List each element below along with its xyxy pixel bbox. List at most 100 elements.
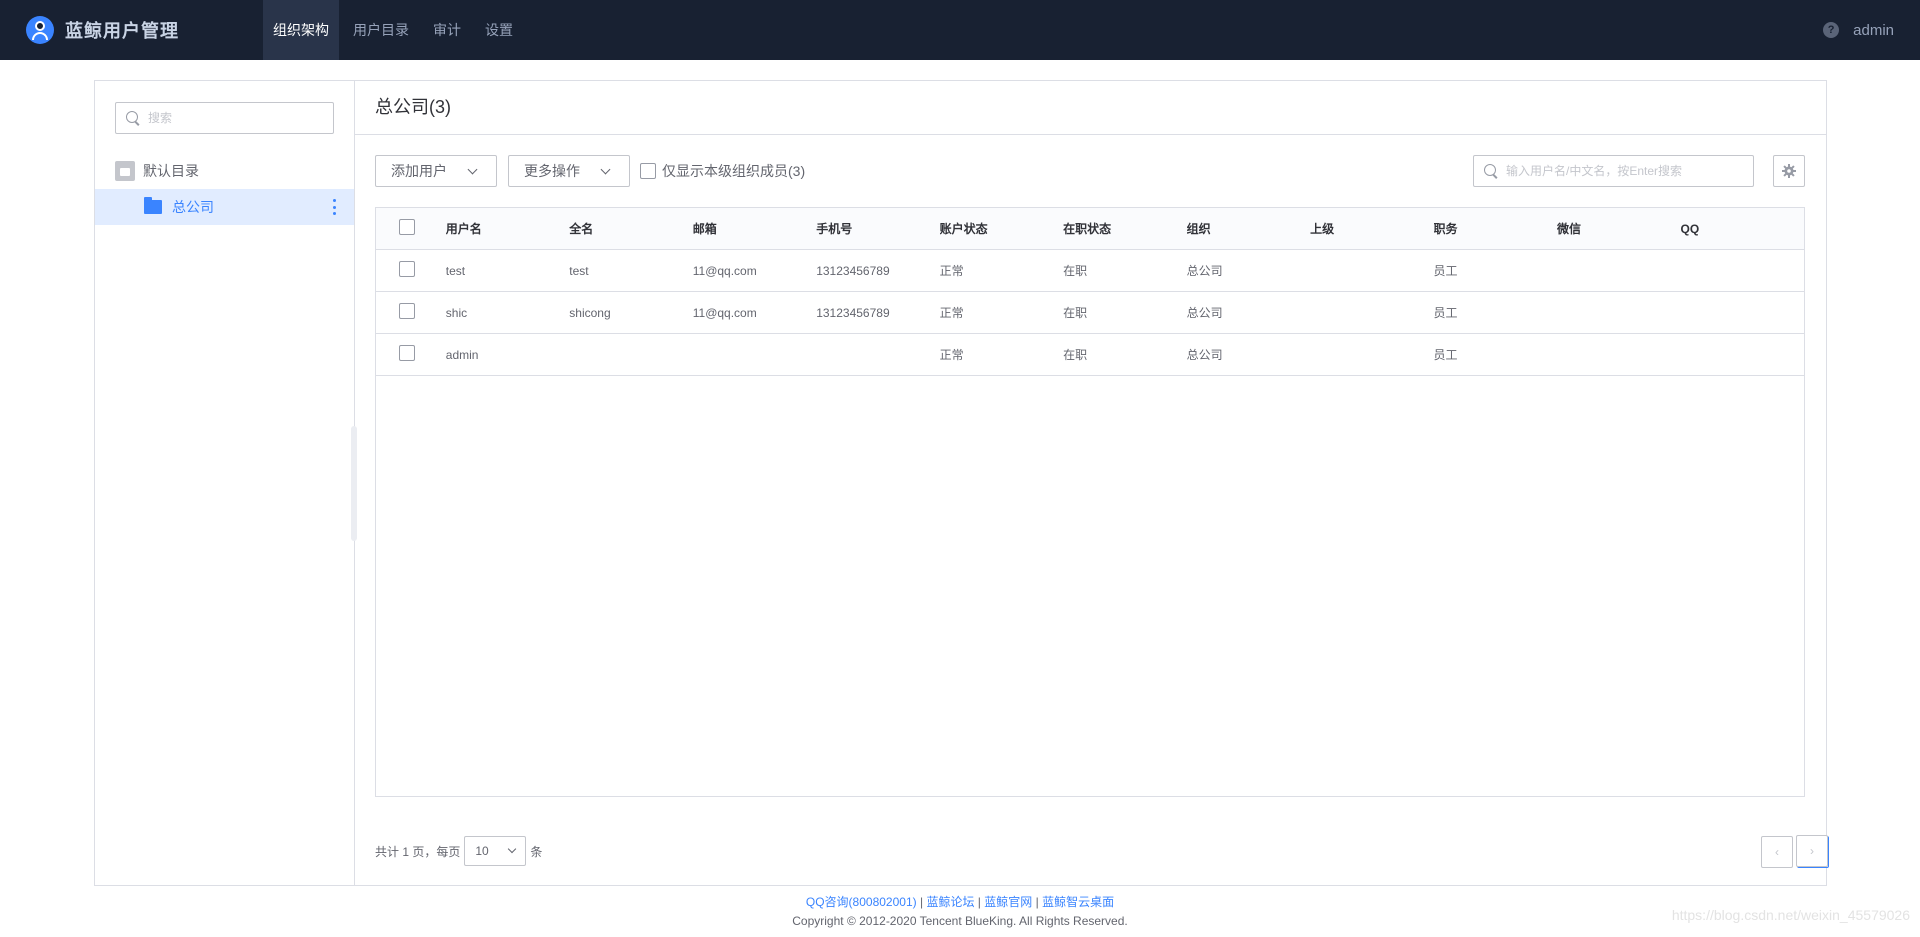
column-header: 上级 <box>1310 222 1335 236</box>
table-cell: 员工 <box>1433 306 1458 320</box>
column-header: 职务 <box>1433 222 1458 236</box>
table-cell: 在职 <box>1063 264 1088 278</box>
only-current-level-label: 仅显示本级组织成员(3) <box>662 163 806 179</box>
org-search-input[interactable] <box>148 111 318 125</box>
main-panel: 默认目录 总公司 总公司(3) 添加用户 更多操作 仅显示本级组织成员(3) <box>94 80 1829 886</box>
footer-link-qq[interactable]: QQ咨询(800802001) <box>806 895 917 909</box>
brand[interactable]: 蓝鲸用户管理 <box>0 0 263 60</box>
pagination-prefix: 共计 1 页，每页 <box>375 844 461 859</box>
org-search-box[interactable] <box>115 102 334 134</box>
table-cell: 11@qq.com <box>692 263 757 278</box>
tree-node-label: 总公司 <box>172 199 214 215</box>
column-header: 用户名 <box>445 222 482 236</box>
tree-root-default-catalog[interactable]: 默认目录 <box>115 161 199 181</box>
pagination-info: 共计 1 页，每页 10 条 <box>375 836 542 866</box>
gear-icon <box>1782 164 1796 178</box>
only-current-level-checkbox[interactable]: 仅显示本级组织成员(3) <box>640 162 805 180</box>
org-tree-sidebar: 默认目录 总公司 <box>95 81 357 885</box>
table-cell: 员工 <box>1433 348 1458 362</box>
nav-item-user-directory[interactable]: 用户目录 <box>343 0 419 60</box>
tree-node-head-office[interactable]: 总公司 <box>95 189 354 225</box>
row-checkbox[interactable] <box>399 345 415 361</box>
column-header: 组织 <box>1186 222 1211 236</box>
nav-item-audit[interactable]: 审计 <box>423 0 471 60</box>
table-cell: 13123456789 <box>816 305 890 320</box>
footer-link-desktop[interactable]: 蓝鲸智云桌面 <box>1042 895 1114 909</box>
chevron-left-icon: ‹ <box>1775 845 1779 859</box>
header-divider <box>355 134 1826 135</box>
footer-separator: | <box>977 895 981 909</box>
table-cell: admin <box>445 347 479 362</box>
copyright: Copyright © 2012-2020 Tencent BlueKing. … <box>792 914 1128 928</box>
table-header: 用户名 全名 邮箱 手机号 账户状态 在职状态 组织 上级 职务 微信 QQ <box>376 208 1804 250</box>
more-actions-label: 更多操作 <box>524 163 580 179</box>
user-search-box[interactable] <box>1473 155 1754 187</box>
column-header: 手机号 <box>816 222 853 236</box>
table-cell: 13123456789 <box>816 263 890 278</box>
footer-separator: | <box>919 895 924 909</box>
table-cell: 在职 <box>1063 348 1088 362</box>
add-user-label: 添加用户 <box>391 163 447 179</box>
row-checkbox[interactable] <box>399 303 415 319</box>
table-cell: 正常 <box>939 348 964 362</box>
main-nav: 组织架构 用户目录 审计 设置 <box>263 0 527 60</box>
prev-page-button[interactable]: ‹ <box>1761 836 1793 868</box>
table-cell: 11@qq.com <box>692 305 757 320</box>
table-cell: 员工 <box>1433 264 1458 278</box>
table-cell: 总公司 <box>1186 348 1223 362</box>
table-cell: 正常 <box>939 264 964 278</box>
column-header: 全名 <box>569 222 594 236</box>
nav-item-org-structure[interactable]: 组织架构 <box>263 0 339 60</box>
column-header: QQ <box>1680 221 1700 236</box>
watermark: https://blog.csdn.net/weixin_45579026 <box>1671 907 1910 923</box>
table-cell: test <box>445 263 466 278</box>
page-size-value: 10 <box>475 844 489 858</box>
footer-link-forum[interactable]: 蓝鲸论坛 <box>926 895 974 909</box>
select-all-checkbox[interactable] <box>399 219 415 235</box>
user-logo-icon <box>26 16 54 44</box>
table-row[interactable]: shic shicong 11@qq.com 13123456789 正常 在职… <box>376 292 1804 334</box>
table-row[interactable]: test test 11@qq.com 13123456789 正常 在职 总公… <box>376 250 1804 292</box>
chevron-down-icon <box>467 164 478 175</box>
more-vertical-icon[interactable] <box>332 199 336 215</box>
more-actions-button[interactable]: 更多操作 <box>508 155 630 187</box>
table-cell: 总公司 <box>1186 264 1223 278</box>
footer-links: QQ咨询(800802001) | 蓝鲸论坛 | 蓝鲸官网 | 蓝鲸智云桌面 <box>0 893 1920 910</box>
footer-link-official-site[interactable]: 蓝鲸官网 <box>984 895 1032 909</box>
chevron-down-icon <box>508 844 517 854</box>
table-cell: test <box>569 263 589 278</box>
pagination-suffix: 条 <box>530 844 543 859</box>
user-area: ? admin <box>1823 0 1894 60</box>
table-settings-button[interactable] <box>1773 155 1805 187</box>
catalog-icon <box>115 161 135 181</box>
page-size-select[interactable]: 10 <box>464 836 527 866</box>
row-checkbox[interactable] <box>399 261 415 277</box>
table-cell: shicong <box>569 305 611 320</box>
column-header: 微信 <box>1557 222 1582 236</box>
next-page-button[interactable]: › <box>1796 835 1828 867</box>
user-table: 用户名 全名 邮箱 手机号 账户状态 在职状态 组织 上级 职务 微信 QQ t… <box>375 207 1805 797</box>
tree-root-label: 默认目录 <box>143 163 199 179</box>
app-title: 蓝鲸用户管理 <box>65 21 179 41</box>
table-cell: 在职 <box>1063 306 1088 320</box>
table-row[interactable]: admin 正常 在职 总公司 员工 <box>376 334 1804 376</box>
chevron-right-icon: › <box>1810 844 1814 858</box>
user-search-input[interactable] <box>1506 164 1746 178</box>
footer-separator: | <box>1035 895 1039 909</box>
search-icon <box>1484 164 1498 178</box>
folder-icon <box>144 197 162 214</box>
nav-item-settings[interactable]: 设置 <box>475 0 523 60</box>
top-navigation-bar: 蓝鲸用户管理 组织架构 用户目录 审计 设置 ? admin <box>0 0 1920 60</box>
question-icon[interactable]: ? <box>1823 22 1840 38</box>
chevron-down-icon <box>600 164 611 175</box>
checkbox-box[interactable] <box>640 163 656 179</box>
page-title: 总公司(3) <box>375 97 451 117</box>
content-area: 总公司(3) 添加用户 更多操作 仅显示本级组织成员(3) 输入用户名/中文名，… <box>355 81 1829 885</box>
user-name[interactable]: admin <box>1853 22 1894 39</box>
column-header: 账户状态 <box>939 222 988 236</box>
table-cell: 正常 <box>939 306 964 320</box>
add-user-button[interactable]: 添加用户 <box>375 155 497 187</box>
search-icon <box>126 111 140 125</box>
table-cell: shic <box>445 305 468 320</box>
column-header: 邮箱 <box>692 222 717 236</box>
